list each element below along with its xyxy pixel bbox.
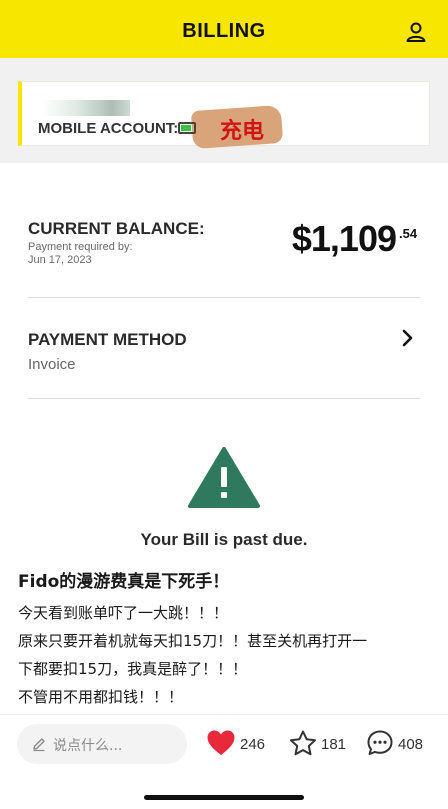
- comment-count: 408: [398, 736, 424, 753]
- favorite-button[interactable]: 181: [288, 729, 348, 759]
- balance-amount: $1,109: [291, 218, 397, 259]
- past-due-message: Your Bill is past due.: [140, 530, 308, 549]
- post-line: 不管用不用都扣钱！！！: [18, 688, 184, 706]
- footer-divider: [0, 714, 448, 715]
- comment-placeholder: 说点什么...: [53, 738, 123, 754]
- payment-method-label: PAYMENT METHOD: [28, 330, 187, 349]
- app-header: BILLING: [0, 0, 448, 58]
- sticker-text: 充电: [220, 119, 265, 144]
- battery-icon: [178, 122, 196, 134]
- post-line: 下都要扣15刀，我真是醉了！！！: [18, 660, 248, 678]
- mobile-account-label: MOBILE ACCOUNT:: [38, 120, 179, 137]
- post-title: Fido的漫游费真是下死手！: [18, 572, 230, 592]
- heart-icon: [207, 730, 235, 755]
- divider: [28, 297, 420, 298]
- comment-input[interactable]: 说点什么...: [17, 724, 187, 764]
- chevron-right-icon[interactable]: [401, 329, 415, 347]
- star-icon: [290, 730, 316, 756]
- payment-method-value: Invoice: [28, 356, 76, 373]
- redacted-account-number: [42, 100, 130, 116]
- like-count: 246: [240, 736, 266, 753]
- post-line: 今天看到账单吓了一大跳！！！: [18, 604, 229, 622]
- home-indicator[interactable]: [144, 795, 304, 800]
- payment-due-date: Jun 17, 2023: [28, 254, 92, 266]
- balance-cents: .54: [399, 226, 418, 241]
- page-title: BILLING: [182, 20, 266, 42]
- post-line: 原来只要开着机就每天扣15刀！！甚至关机再打开一: [18, 632, 368, 650]
- user-profile-icon[interactable]: [404, 20, 428, 44]
- payment-required-label: Payment required by:: [28, 241, 133, 253]
- current-balance-label: CURRENT BALANCE:: [28, 219, 205, 238]
- warning-icon: [187, 445, 261, 509]
- comments-button[interactable]: 408: [366, 729, 432, 759]
- pencil-icon: [31, 736, 47, 752]
- like-button[interactable]: 246: [206, 729, 270, 759]
- payment-method-row[interactable]: PAYMENT METHOD Invoice: [0, 300, 448, 397]
- comment-bubble-icon: [367, 730, 393, 755]
- favorite-count: 181: [321, 736, 347, 753]
- divider: [28, 398, 420, 399]
